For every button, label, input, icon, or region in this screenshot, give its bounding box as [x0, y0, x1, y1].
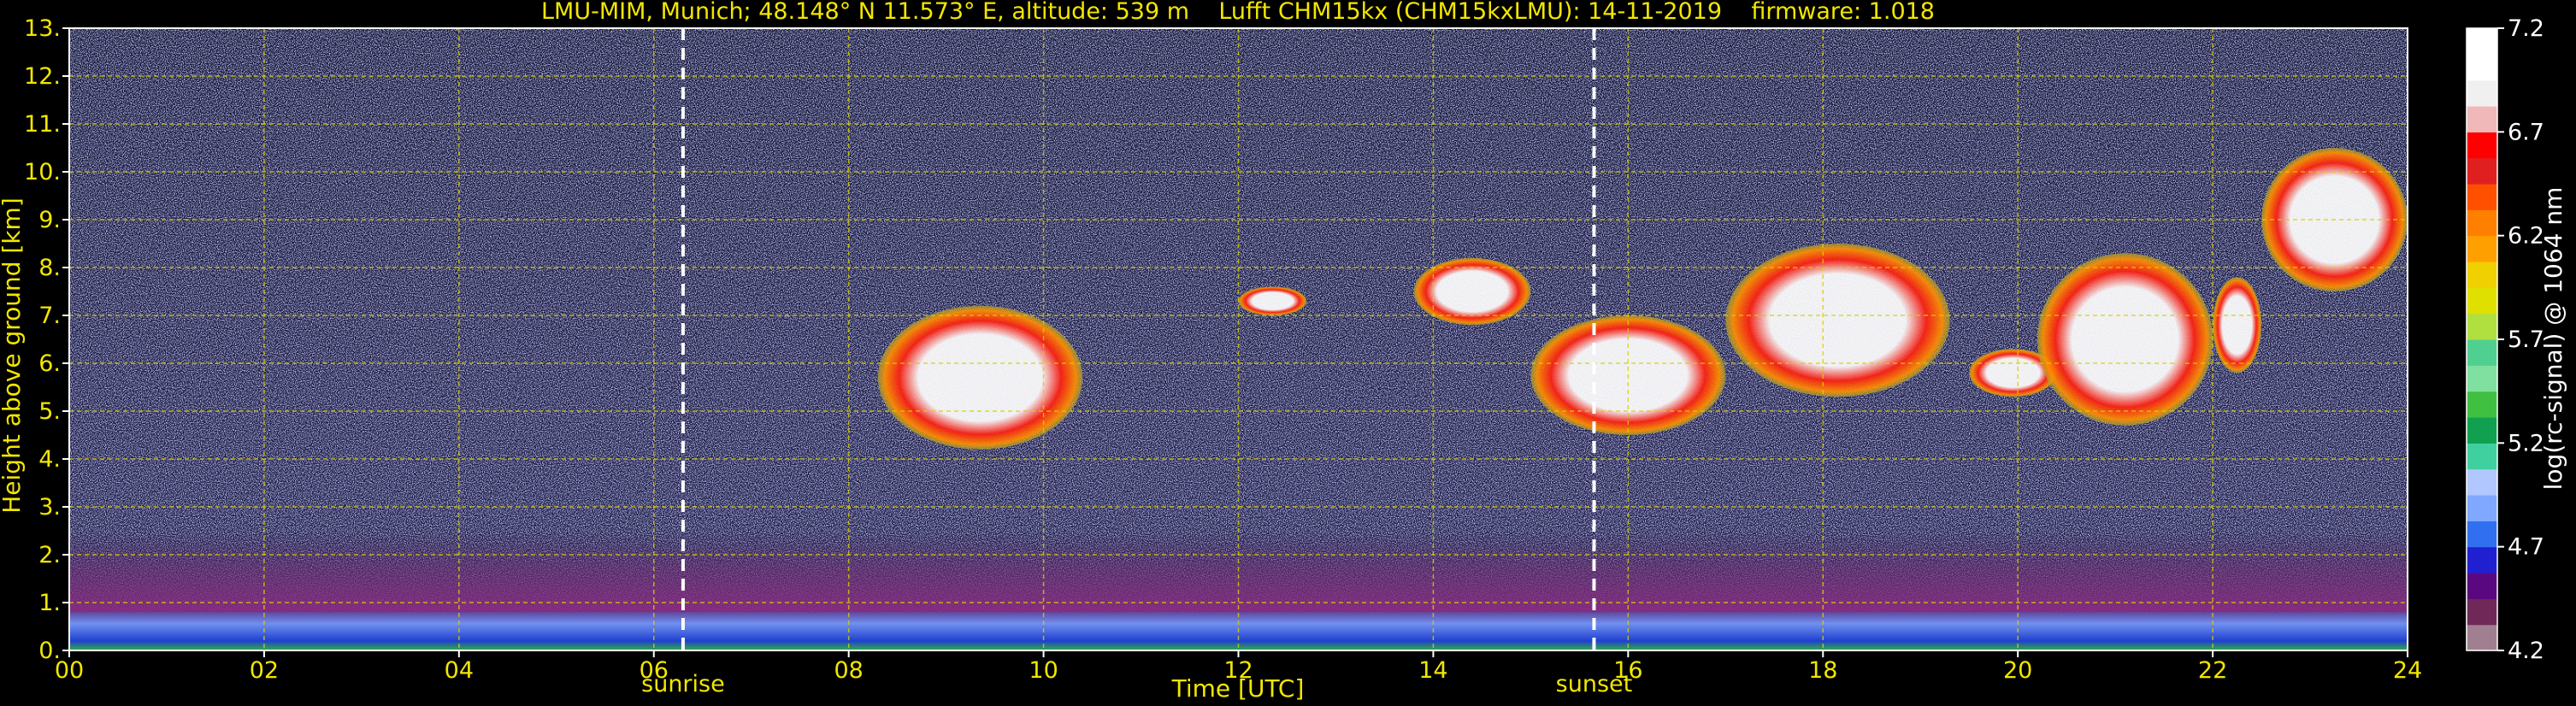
sunset-label: sunset [1556, 671, 1633, 697]
y-axis-label: Height above ground [km] [0, 197, 26, 514]
colorbar-segment [2467, 339, 2497, 366]
y-tick-label: 1. [38, 590, 61, 616]
y-tick-label: 5. [38, 398, 61, 425]
cloud-feature [1725, 244, 1950, 397]
y-tick-label: 11. [24, 111, 61, 138]
cloud-feature [2037, 253, 2213, 426]
x-tick-label: 10 [1029, 657, 1058, 684]
colorbar-segment [2467, 468, 2497, 496]
colorbar-tick-label: 7.2 [2508, 15, 2544, 42]
colorbar-segment [2467, 79, 2497, 107]
x-tick-label: 24 [2393, 657, 2422, 684]
colorbar-segment [2467, 573, 2497, 599]
colorbar: 4.24.75.25.76.26.77.2 [2466, 15, 2544, 664]
colorbar-segment [2467, 106, 2497, 132]
sunrise-label: sunrise [641, 671, 725, 697]
colorbar-segment [2467, 417, 2497, 444]
chart-title: LMU-MIM, Munich; 48.148° N 11.573° E, al… [541, 0, 1935, 25]
x-tick-label: 22 [2198, 657, 2227, 684]
x-axis-label: Time [UTC] [1171, 674, 1305, 703]
y-tick-label: 6. [38, 350, 61, 377]
colorbar-segment [2467, 521, 2497, 548]
y-tick-label: 9. [38, 207, 61, 233]
colorbar-segment [2467, 157, 2497, 185]
colorbar-segment [2467, 365, 2497, 392]
y-tick-label: 12. [24, 63, 61, 90]
colorbar-tick-label: 4.2 [2508, 638, 2544, 664]
y-tick-label: 4. [38, 446, 61, 473]
colorbar-segment [2467, 184, 2497, 210]
colorbar-segment [2467, 235, 2497, 262]
cloud-feature [2213, 277, 2262, 374]
x-tick-label: 08 [834, 657, 863, 684]
cloud-feature [877, 305, 1083, 450]
colorbar-segment [2467, 287, 2497, 315]
y-tick-label: 2. [38, 542, 61, 568]
colorbar-segment [2467, 495, 2497, 521]
colorbar-segment [2467, 28, 2497, 55]
y-tick-label: 8. [38, 255, 61, 281]
colorbar-segment [2467, 262, 2497, 288]
x-tick-label: 02 [250, 657, 279, 684]
colorbar-segment [2467, 209, 2497, 237]
plot-area [69, 28, 2408, 650]
colorbar-segment [2467, 54, 2497, 81]
y-tick-label: 7. [38, 303, 61, 329]
ceilometer-chart: 00 02 04 06 08 10 12 14 16 18 20 22 240.1.2.3.4.5.6.… [0, 0, 2567, 703]
x-tick-label: 18 [1808, 657, 1837, 684]
y-tick-label: 13. [24, 15, 61, 42]
y-tick-label: 0. [38, 638, 61, 664]
colorbar-tick-label: 4.7 [2508, 534, 2544, 561]
cloud-feature [1238, 286, 1307, 316]
x-tick-label: 04 [445, 657, 474, 684]
colorbar-segment [2467, 443, 2497, 470]
colorbar-segment [2467, 313, 2497, 340]
y-tick-label: 10. [24, 159, 61, 185]
colorbar-label: log(rc-signal) @ 1064 nm [2539, 187, 2567, 491]
colorbar-segment [2467, 132, 2497, 159]
y-tick-label: 3. [38, 494, 61, 521]
colorbar-tick-label: 6.7 [2508, 119, 2544, 145]
x-tick-label: 20 [2003, 657, 2032, 684]
colorbar-segment [2467, 624, 2497, 651]
colorbar-segment [2467, 391, 2497, 418]
colorbar-segment [2467, 546, 2497, 574]
colorbar-segment [2467, 598, 2497, 626]
x-tick-label: 14 [1418, 657, 1447, 684]
